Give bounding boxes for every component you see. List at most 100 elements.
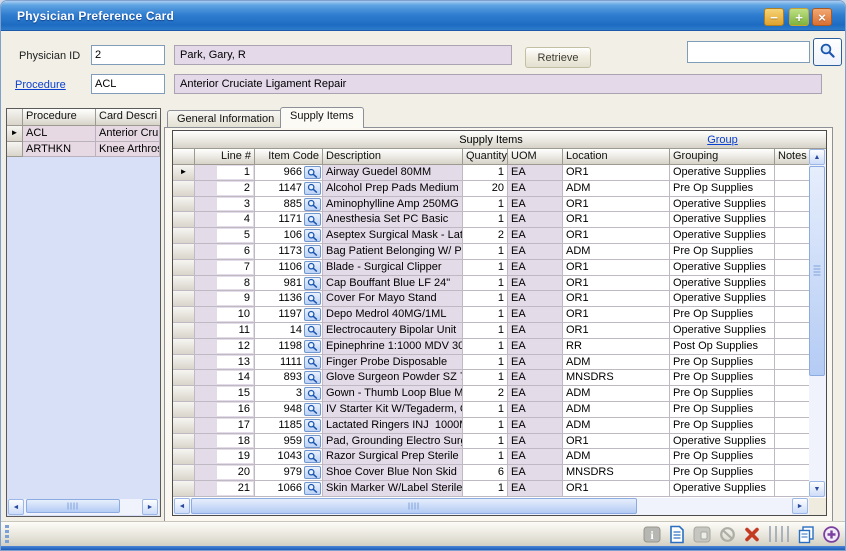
quantity-cell[interactable]: 2 (463, 228, 508, 244)
notes-cell[interactable] (775, 386, 809, 402)
line-number-cell[interactable]: 1 (195, 165, 255, 181)
line-number-cell[interactable]: 7 (195, 260, 255, 276)
grouping-cell[interactable]: Pre Op Supplies (670, 386, 775, 402)
row-selector[interactable] (173, 291, 195, 307)
description-cell[interactable]: Cover For Mayo Stand (323, 291, 463, 307)
location-cell[interactable]: OR1 (563, 434, 670, 450)
line-number-cell[interactable]: 19 (195, 449, 255, 465)
description-cell[interactable]: Depo Medrol 40MG/1ML (323, 307, 463, 323)
line-number-cell[interactable]: 12 (195, 339, 255, 355)
item-lookup-button[interactable] (304, 466, 321, 479)
supply-row[interactable]: 131111Finger Probe Disposable1EAADMPre O… (173, 355, 809, 371)
supply-row[interactable]: 153Gown - Thumb Loop Blue Mediu2EAADMPre… (173, 386, 809, 402)
item-code-cell[interactable]: 106 (255, 228, 323, 244)
item-code-cell[interactable]: 966 (255, 165, 323, 181)
item-code-cell[interactable]: 885 (255, 197, 323, 213)
supply-row[interactable]: 101197Depo Medrol 40MG/1ML1EAOR1Pre Op S… (173, 307, 809, 323)
item-code-cell[interactable]: 1171 (255, 212, 323, 228)
line-number-cell[interactable]: 17 (195, 418, 255, 434)
notes-cell[interactable] (775, 244, 809, 260)
grouping-cell[interactable]: Operative Supplies (670, 481, 775, 497)
line-number-cell[interactable]: 14 (195, 370, 255, 386)
item-lookup-button[interactable] (304, 356, 321, 369)
uom-cell[interactable]: EA (508, 481, 563, 497)
grouping-cell[interactable]: Operative Supplies (670, 197, 775, 213)
grouping-cell[interactable]: Pre Op Supplies (670, 181, 775, 197)
notes-cell[interactable] (775, 449, 809, 465)
grouping-cell[interactable]: Pre Op Supplies (670, 402, 775, 418)
description-cell[interactable]: Blade - Surgical Clipper (323, 260, 463, 276)
supply-row[interactable]: 211066Skin Marker W/Label Sterile Utilit… (173, 481, 809, 497)
notes-cell[interactable] (775, 418, 809, 434)
item-lookup-button[interactable] (304, 403, 321, 416)
item-code-cell[interactable]: 1106 (255, 260, 323, 276)
scrollbar-thumb[interactable] (26, 499, 120, 513)
row-selector[interactable] (173, 323, 195, 339)
item-lookup-button[interactable] (304, 435, 321, 448)
column-header-item-code[interactable]: Item Code (255, 149, 323, 165)
quantity-cell[interactable]: 1 (463, 244, 508, 260)
quantity-cell[interactable]: 1 (463, 402, 508, 418)
uom-cell[interactable]: EA (508, 434, 563, 450)
column-header-card-description[interactable]: Card Descri (96, 109, 160, 126)
item-code-cell[interactable]: 981 (255, 276, 323, 292)
notes-cell[interactable] (775, 339, 809, 355)
close-button[interactable]: × (812, 8, 832, 26)
grouping-cell[interactable]: Operative Supplies (670, 276, 775, 292)
uom-cell[interactable]: EA (508, 276, 563, 292)
quantity-cell[interactable]: 1 (463, 339, 508, 355)
item-code-cell[interactable]: 948 (255, 402, 323, 418)
notes-cell[interactable] (775, 323, 809, 339)
physician-id-input[interactable] (91, 45, 165, 65)
row-selector[interactable] (173, 244, 195, 260)
supply-row[interactable]: 1114Electrocautery Bipolar Unit1EAOR1Ope… (173, 323, 809, 339)
item-code-cell[interactable]: 14 (255, 323, 323, 339)
grouping-cell[interactable]: Operative Supplies (670, 434, 775, 450)
item-code-cell[interactable]: 1197 (255, 307, 323, 323)
item-lookup-button[interactable] (304, 340, 321, 353)
column-header-location[interactable]: Location (563, 149, 670, 165)
supply-row[interactable]: 191043Razor Surgical Prep Sterile1EAADMP… (173, 449, 809, 465)
item-code-cell[interactable]: 1111 (255, 355, 323, 371)
column-header-procedure[interactable]: Procedure (23, 109, 96, 126)
quantity-cell[interactable]: 20 (463, 181, 508, 197)
line-number-cell[interactable]: 6 (195, 244, 255, 260)
notes-cell[interactable] (775, 260, 809, 276)
quantity-cell[interactable]: 1 (463, 276, 508, 292)
quantity-cell[interactable]: 1 (463, 355, 508, 371)
scroll-right-arrow-icon[interactable]: ► (142, 499, 158, 515)
description-cell[interactable]: Pad, Grounding Electro Surgical (323, 434, 463, 450)
quantity-cell[interactable]: 1 (463, 307, 508, 323)
quantity-cell[interactable]: 2 (463, 386, 508, 402)
uom-cell[interactable]: EA (508, 449, 563, 465)
supply-row[interactable]: 18959Pad, Grounding Electro Surgical1EAO… (173, 434, 809, 450)
uom-cell[interactable]: EA (508, 197, 563, 213)
grouping-cell[interactable]: Pre Op Supplies (670, 355, 775, 371)
line-number-cell[interactable]: 16 (195, 402, 255, 418)
row-selector[interactable] (173, 465, 195, 481)
item-lookup-button[interactable] (304, 292, 321, 305)
supply-row[interactable]: 20979Shoe Cover Blue Non Skid XL6EAMNSDR… (173, 465, 809, 481)
quantity-cell[interactable]: 1 (463, 260, 508, 276)
quantity-cell[interactable]: 1 (463, 370, 508, 386)
row-selector[interactable]: ► (173, 165, 195, 181)
minimize-button[interactable]: − (764, 8, 784, 26)
notes-cell[interactable] (775, 165, 809, 181)
item-code-cell[interactable]: 979 (255, 465, 323, 481)
location-cell[interactable]: OR1 (563, 323, 670, 339)
supply-row[interactable]: ►1966Airway Guedel 80MM1EAOR1Operative S… (173, 165, 809, 181)
location-cell[interactable]: ADM (563, 386, 670, 402)
description-cell[interactable]: Bag Patient Belonging W/ Plastic (323, 244, 463, 260)
notes-cell[interactable] (775, 355, 809, 371)
row-selector[interactable] (173, 370, 195, 386)
uom-cell[interactable]: EA (508, 181, 563, 197)
notes-cell[interactable] (775, 402, 809, 418)
description-cell[interactable]: Aseptex Surgical Mask - Latex Fr (323, 228, 463, 244)
search-button[interactable] (813, 38, 842, 66)
scroll-up-arrow-icon[interactable]: ▲ (809, 149, 825, 165)
location-cell[interactable]: OR1 (563, 307, 670, 323)
location-cell[interactable]: RR (563, 339, 670, 355)
line-number-cell[interactable]: 5 (195, 228, 255, 244)
item-code-cell[interactable]: 1185 (255, 418, 323, 434)
location-cell[interactable]: ADM (563, 449, 670, 465)
